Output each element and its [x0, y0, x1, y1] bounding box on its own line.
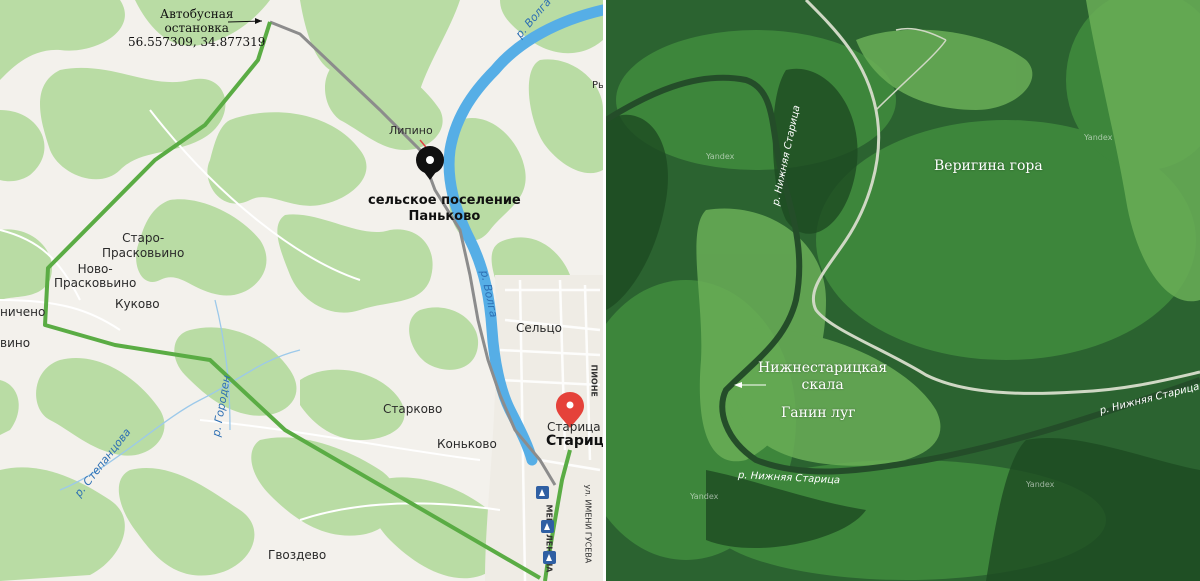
- place-novo-praskovino: Ново- Прасковьино: [54, 262, 136, 290]
- place-kukovo: Куково: [115, 297, 160, 311]
- label-skala-line2: скала: [801, 377, 844, 393]
- yandex-watermark: Yandex: [690, 492, 719, 501]
- place-gvozdevo: Гвоздево: [268, 548, 327, 562]
- staro-line2: Прасковьино: [102, 246, 185, 260]
- street-guseva: ул. ИМЕНИ ГУСЕВА: [583, 484, 593, 564]
- pin-marker-icon[interactable]: [416, 146, 444, 180]
- bus-stop-icon[interactable]: [541, 520, 554, 533]
- map-comparison: Автобусная остановка 56.557309, 34.87731…: [0, 0, 1200, 581]
- novo-line1: Ново-: [77, 262, 113, 276]
- place-staritsa-small: Старица: [547, 420, 601, 434]
- place-starkovo: Старково: [383, 402, 443, 416]
- bus-stop-coordinates: 56.557309, 34.877319: [128, 35, 266, 49]
- place-konkovo: Коньково: [437, 437, 497, 451]
- place-seltso: Сельцо: [516, 321, 563, 335]
- staro-line1: Старо-: [122, 231, 165, 245]
- novo-line2: Прасковьино: [54, 276, 137, 290]
- place-staritsa: Старица: [546, 433, 603, 449]
- street-pionerskaya: ПИОНЕ: [589, 364, 599, 397]
- label-ganin-lug: Ганин луг: [781, 405, 856, 421]
- bus-stop-title-line1: Автобусная: [159, 7, 234, 21]
- destination-line2: Паньково: [408, 209, 481, 224]
- destination-line1: сельское поселение: [368, 193, 521, 208]
- satellite-panel[interactable]: Веригина гора Нижнестарицкая скала Ганин…: [606, 0, 1200, 581]
- place-vino: вино: [0, 336, 31, 350]
- place-lipino: Липино: [389, 124, 433, 137]
- bus-stop-title-line2: остановка: [164, 21, 229, 35]
- place-ry: Ры: [592, 80, 603, 91]
- destination-label: сельское поселение Паньково: [368, 193, 521, 225]
- yandex-watermark: Yandex: [1084, 133, 1113, 142]
- yandex-watermark: Yandex: [1026, 480, 1055, 489]
- bus-stop-icon[interactable]: [543, 551, 556, 564]
- scheme-map-canvas: [0, 0, 603, 581]
- bus-stop-label: Автобусная остановка 56.557309, 34.87731…: [128, 7, 265, 49]
- place-staro-praskovino: Старо- Прасковьино: [102, 231, 184, 261]
- place-nicheno: ничено: [0, 305, 46, 319]
- yandex-watermark: Yandex: [706, 152, 735, 161]
- bus-stop-icon[interactable]: [536, 486, 549, 499]
- label-verigina-gora: Веригина гора: [934, 158, 1043, 174]
- label-skala-line1: Нижнестарицкая: [758, 360, 888, 376]
- label-nizhnestaritskaya-skala: Нижнестарицкая скала: [758, 360, 887, 394]
- scheme-map-panel[interactable]: Автобусная остановка 56.557309, 34.87731…: [0, 0, 603, 581]
